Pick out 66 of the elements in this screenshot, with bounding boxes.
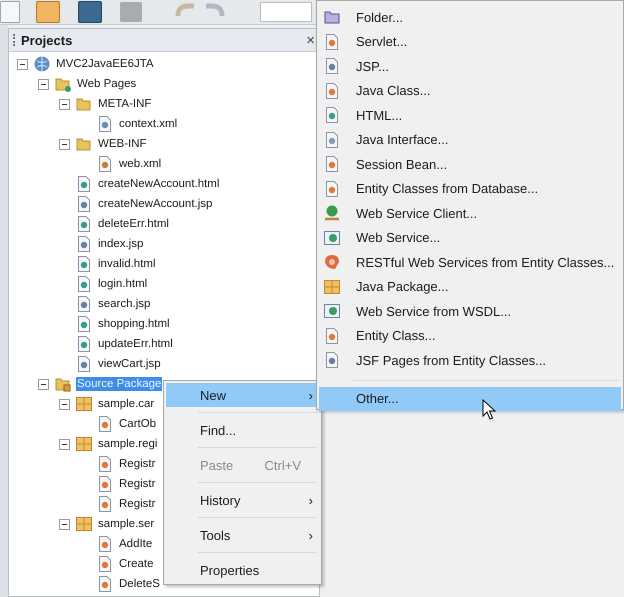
tree-item[interactable]: sample.ser <box>97 517 156 531</box>
chevron-icon: › <box>305 492 313 508</box>
tree-item[interactable]: login.html <box>97 277 148 291</box>
menu-item[interactable]: Java Package... <box>319 274 621 299</box>
menu-item[interactable]: Entity Class... <box>319 324 621 348</box>
tree-item[interactable]: invalid.html <box>97 257 157 271</box>
collapse-toggle-icon[interactable] <box>59 98 70 110</box>
tree-item[interactable]: Registr <box>118 457 156 471</box>
tree-item[interactable]: Registr <box>118 477 156 491</box>
menu-item[interactable]: Properties <box>166 558 319 582</box>
tree-item[interactable]: createNewAccount.jsp <box>97 197 214 211</box>
menu-item[interactable]: Entity Classes from Database... <box>319 176 621 201</box>
menu-item[interactable]: History › <box>166 488 319 512</box>
menu-item[interactable]: HTML... <box>319 103 621 128</box>
menu-item[interactable]: JSF Pages from Entity Classes... <box>319 348 621 372</box>
tree-item[interactable]: AddIte <box>118 537 154 551</box>
tree-item[interactable]: Create <box>118 557 155 571</box>
tree-item[interactable]: sample.regi <box>97 437 158 451</box>
tree-item[interactable]: MVC2JavaEE6JTA <box>55 57 155 71</box>
collapse-toggle-icon[interactable] <box>59 398 70 410</box>
panel-title: Projects <box>21 32 74 48</box>
tree-item[interactable]: web.xml <box>118 157 162 171</box>
menu-item[interactable]: Java Class... <box>319 78 621 103</box>
tree-item[interactable]: search.jsp <box>97 297 152 311</box>
menu-item[interactable]: JSP... <box>319 54 621 78</box>
menu-item[interactable]: Session Bean... <box>319 152 621 176</box>
tree-item[interactable]: META-INF <box>97 97 152 111</box>
mouse-cursor-icon <box>482 399 496 421</box>
collapse-toggle-icon[interactable] <box>59 138 70 150</box>
tree-item[interactable]: viewCart.jsp <box>97 357 162 371</box>
package-icon <box>323 278 341 296</box>
tree-item[interactable]: deleteErr.html <box>97 217 170 231</box>
collapse-toggle-icon[interactable] <box>59 438 70 450</box>
menu-item[interactable]: Servlet... <box>319 30 621 54</box>
menu-item[interactable]: Find... <box>166 418 319 442</box>
search-field[interactable] <box>260 2 312 22</box>
tree-item[interactable]: createNewAccount.html <box>97 177 220 191</box>
tree-item[interactable]: Registr <box>118 497 156 511</box>
menu-item[interactable]: RESTful Web Services from Entity Classes... <box>319 250 621 274</box>
collapse-toggle-icon[interactable] <box>38 78 49 90</box>
menu-item[interactable]: Folder... <box>319 5 621 30</box>
package-icon <box>75 515 93 533</box>
tree-item[interactable]: Web Pages <box>76 77 138 91</box>
menu-item[interactable]: Web Service... <box>319 226 621 250</box>
collapse-toggle-icon[interactable] <box>38 378 49 390</box>
menu-item[interactable]: Web Service Client... <box>319 201 621 226</box>
menu-item[interactable]: New › <box>166 383 319 407</box>
tree-item[interactable]: updateErr.html <box>97 337 174 351</box>
chevron-icon: › <box>305 528 313 542</box>
tree-item[interactable]: CartOb <box>118 417 158 431</box>
tree-item[interactable]: shopping.html <box>97 317 171 331</box>
tree-item[interactable]: context.xml <box>118 117 178 131</box>
tree-item[interactable]: DeleteS <box>118 577 161 591</box>
package-icon <box>75 395 93 413</box>
tree-item[interactable]: sample.car <box>97 397 156 411</box>
collapse-toggle-icon[interactable] <box>17 58 28 70</box>
close-button[interactable]: × <box>306 32 315 48</box>
tree-item[interactable]: WEB-INF <box>97 137 148 151</box>
menu-item[interactable]: Web Service from WSDL... <box>319 299 621 324</box>
package-icon <box>75 435 93 453</box>
menu-item[interactable]: Tools › <box>166 523 319 547</box>
menu-item[interactable]: Java Interface... <box>319 128 621 152</box>
tree-item[interactable]: index.jsp <box>97 237 144 251</box>
collapse-toggle-icon[interactable] <box>59 518 70 530</box>
chevron-icon: › <box>305 388 313 402</box>
menu-item[interactable]: Other... <box>319 386 621 411</box>
